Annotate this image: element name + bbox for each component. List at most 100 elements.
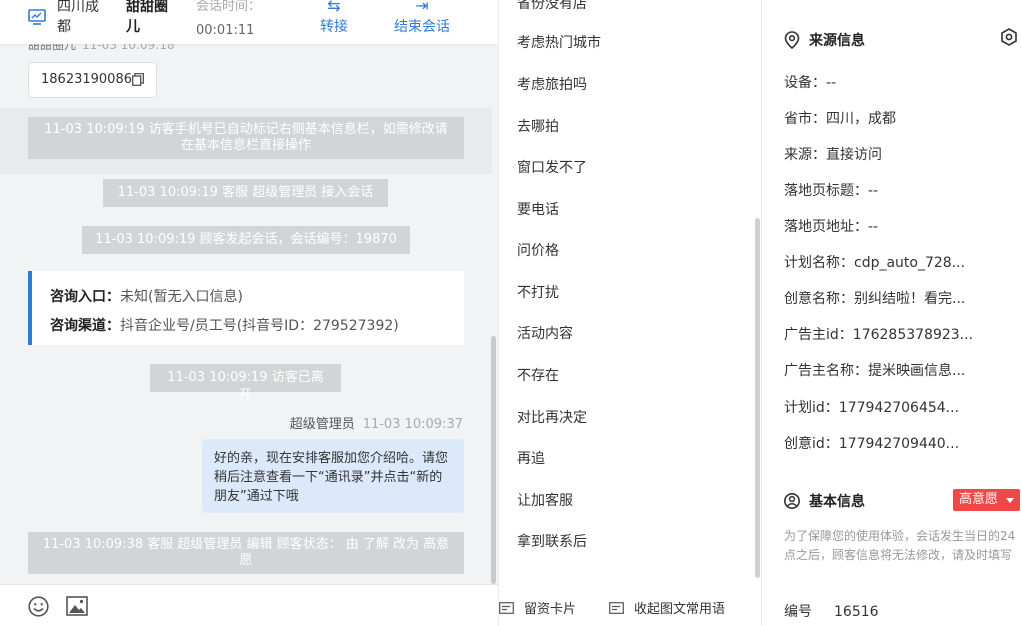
customer-number-label: 编号 [784, 604, 812, 620]
source-field: 计划id：177942706454... [784, 397, 1014, 417]
copy-icon[interactable] [132, 73, 144, 86]
system-message: 11-03 10:09:19 访客已离开 [150, 364, 341, 403]
phone-message[interactable]: 18623190086 [28, 62, 157, 98]
intent-status-value: 高意愿 [959, 492, 999, 507]
system-message: 11-03 10:09:38 客服 超级管理员 编辑 顾客状态： 由 了解 改为… [28, 532, 464, 574]
consult-info-card: 咨询入口：未知(暂无入口信息) 咨询渠道：抖音企业号/员工号(抖音号ID：279… [28, 271, 464, 345]
source-info-title: 来源信息 [784, 30, 865, 50]
chat-toolbar [0, 584, 498, 626]
chat-panel: 四川成都 甜甜圈儿 会话时间： 00:01:11 ⇆ 转接 ⇥ 结束会话 甜甜圈… [0, 0, 498, 626]
field-label: 计划名称： [784, 255, 854, 271]
lead-card-button[interactable]: 留资卡片 [499, 598, 576, 617]
source-info-label: 来源信息 [809, 33, 865, 49]
chat-header: 四川成都 甜甜圈儿 会话时间： 00:01:11 ⇆ 转接 ⇥ 结束会话 [0, 0, 498, 44]
field-label: 创意名称： [784, 291, 854, 307]
visitor-name: 甜甜圈儿 [126, 0, 168, 35]
exit-icon: ⇥ [415, 0, 429, 15]
session-time-value: 00:01:11 [196, 23, 255, 38]
field-label: 来源： [784, 147, 826, 163]
field-label: 落地页地址： [784, 219, 868, 235]
field-label: 创意id： [784, 436, 839, 452]
end-session-button[interactable]: ⇥ 结束会话 [394, 0, 450, 38]
system-message: 11-03 10:09:19 顾客发起会话，会话编号：19870 [82, 226, 410, 254]
consult-channel-label: 咨询渠道： [50, 318, 120, 334]
phrase-item[interactable]: 不存在 [517, 365, 559, 385]
settings-icon[interactable] [1000, 28, 1018, 46]
consult-channel-row: 咨询渠道：抖音企业号/员工号(抖音号ID：279527392) [50, 312, 464, 341]
source-field: 创意名称：别纠结啦！看完... [784, 288, 1014, 308]
agent-message-meta: 超级管理员 11-03 10:09:37 [290, 413, 463, 432]
customer-profile-panel: 来源信息 设备：-- 省市：四川，成都 来源：直接访问 落地页标题：-- 落地页… [762, 0, 1022, 626]
field-value: -- [868, 219, 879, 235]
consult-entry-label: 咨询入口： [50, 289, 120, 305]
card-icon [499, 602, 514, 614]
caret-down-icon [1006, 498, 1014, 503]
field-value: -- [826, 75, 837, 91]
monitor-icon [28, 9, 46, 25]
source-field: 广告主id：176285378923... [784, 324, 1014, 344]
phrase-item[interactable]: 让加客服 [517, 490, 573, 510]
chat-scrollbar[interactable] [491, 336, 496, 584]
phrase-item[interactable]: 考虑热门城市 [517, 32, 601, 52]
consult-entry-value: 未知(暂无入口信息) [120, 289, 243, 305]
collapse-phrases-label: 收起图文常用语 [634, 602, 726, 617]
visitor-location: 四川成都 [57, 0, 99, 35]
message-icon [609, 602, 624, 614]
phrases-scrollbar[interactable] [755, 218, 760, 578]
phrase-item[interactable]: 对比再决定 [517, 407, 587, 427]
source-field: 省市：四川，成都 [784, 108, 1014, 128]
consult-entry-row: 咨询入口：未知(暂无入口信息) [50, 283, 464, 312]
phrase-item[interactable]: 窗口发不了 [517, 157, 587, 177]
phrase-item[interactable]: 省份没有店 [517, 0, 587, 13]
transfer-button[interactable]: ⇆ 转接 [320, 0, 348, 38]
field-value: 四川，成都 [826, 111, 896, 127]
field-value: 直接访问 [826, 147, 882, 163]
phrase-item[interactable]: 考虑旅拍吗 [517, 74, 587, 94]
field-label: 省市： [784, 111, 826, 127]
lead-card-label: 留资卡片 [524, 602, 577, 617]
intent-status-dropdown[interactable]: 高意愿 [953, 489, 1020, 511]
phrase-item[interactable]: 不打扰 [517, 282, 559, 302]
field-label: 广告主id： [784, 327, 853, 343]
field-value: -- [868, 183, 879, 199]
quick-phrases-panel: 省份没有店 考虑热门城市 考虑旅拍吗 去哪拍 窗口发不了 要电话 问价格 不打扰… [498, 0, 762, 626]
end-session-label: 结束会话 [394, 19, 450, 35]
field-label: 广告主名称： [784, 363, 868, 379]
source-field: 落地页地址：-- [784, 216, 1014, 236]
field-label: 计划id： [784, 400, 839, 416]
agent-message-time: 11-03 10:09:37 [362, 417, 463, 432]
phrases-toolbar: 留资卡片 收起图文常用语 [499, 584, 761, 626]
phone-number: 18623190086 [41, 72, 132, 87]
source-field: 计划名称：cdp_auto_728... [784, 252, 1014, 272]
system-message: 11-03 10:09:19 访客手机号已自动标记右侧基本信息栏，如需修改请在基… [28, 117, 464, 159]
customer-number-field: 编号 16516 [784, 601, 879, 621]
session-time-label: 会话时间： [196, 0, 262, 14]
transfer-icon: ⇆ [327, 0, 341, 15]
phrase-item[interactable]: 去哪拍 [517, 116, 559, 136]
collapse-phrases-button[interactable]: 收起图文常用语 [609, 598, 725, 617]
agent-name: 超级管理员 [289, 417, 355, 432]
field-label: 设备： [784, 75, 826, 91]
basic-info-label: 基本信息 [809, 494, 865, 510]
basic-info-title: 基本信息 [784, 491, 865, 511]
phrase-item[interactable]: 再追 [517, 448, 545, 468]
phrase-item[interactable]: 问价格 [517, 240, 559, 260]
field-value: 177942706454... [838, 400, 960, 416]
field-value: 176285378923... [852, 327, 974, 343]
field-label: 落地页标题： [784, 183, 868, 199]
source-field: 设备：-- [784, 72, 1014, 92]
source-field: 广告主名称：提米映画信息... [784, 360, 1014, 380]
transfer-label: 转接 [320, 19, 348, 35]
emoji-icon[interactable] [28, 596, 49, 617]
phrase-item[interactable]: 拿到联系后 [517, 531, 587, 551]
source-field: 落地页标题：-- [784, 180, 1014, 200]
field-value: cdp_auto_728... [854, 255, 966, 271]
field-value: 别纠结啦！看完... [854, 291, 966, 307]
image-icon[interactable] [66, 596, 88, 616]
customer-number-value: 16516 [834, 604, 879, 620]
phrase-item[interactable]: 要电话 [517, 199, 559, 219]
location-pin-icon [784, 31, 800, 49]
edit-notice: 为了保障您的使用体验，会话发生当日的24点之后，顾客信息将无法修改，请及时填写 [784, 529, 1016, 562]
phrase-item[interactable]: 活动内容 [517, 323, 573, 343]
field-value: 提米映画信息... [868, 363, 966, 379]
